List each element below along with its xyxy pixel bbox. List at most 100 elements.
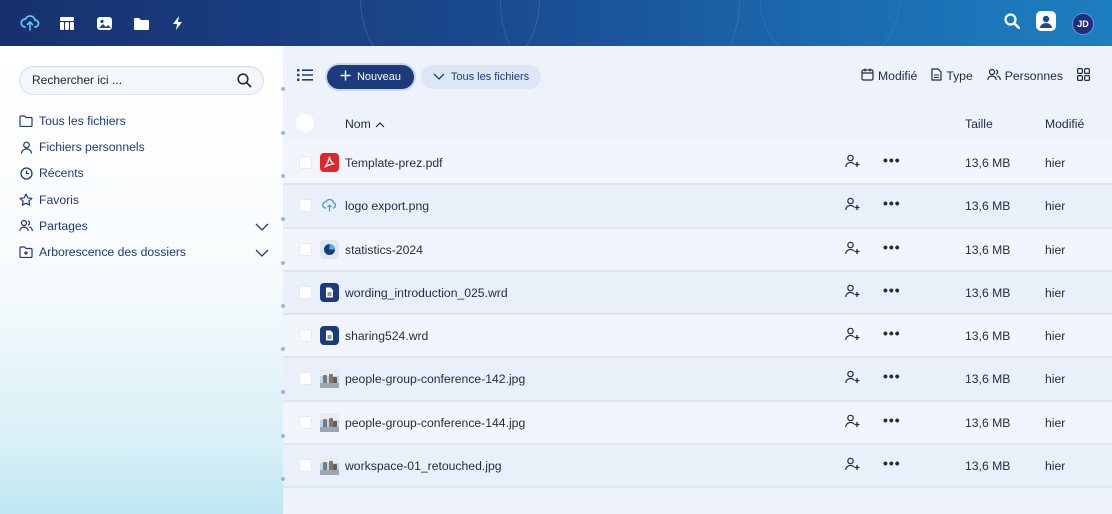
sidebar-item-shares[interactable]: Partages [19, 213, 269, 239]
chevron-down-icon[interactable] [255, 220, 269, 234]
file-name[interactable]: Template-prez.pdf [345, 156, 443, 170]
pdf-file-icon [320, 153, 339, 172]
search-icon[interactable] [237, 73, 252, 93]
more-options-icon[interactable]: ••• [883, 282, 901, 298]
sidebar-nav: Tous les fichiers Fichiers personnels Ré… [19, 108, 269, 265]
search-input[interactable] [32, 73, 232, 87]
table-row[interactable]: logo export.png ••• 13,6 MB hier [283, 185, 1112, 229]
file-size: 13,6 MB [965, 199, 1011, 214]
share-user-icon[interactable] [845, 154, 860, 173]
document-icon [931, 68, 942, 84]
image-icon[interactable] [94, 13, 114, 33]
more-options-icon[interactable]: ••• [883, 195, 901, 211]
chevron-down-icon [433, 71, 445, 83]
table-row[interactable]: people-group-conference-144.jpg ••• 13,6 M… [283, 401, 1112, 446]
avatar[interactable]: JD [1072, 12, 1094, 35]
file-size: 13,6 MB [965, 459, 1011, 474]
file-modified: hier [1045, 372, 1066, 387]
sidebar-item-recents[interactable]: Récents [19, 160, 269, 186]
chevron-up-icon [375, 117, 385, 131]
column-name-header[interactable]: Nom [345, 117, 385, 131]
file-size: 13,6 MB [965, 372, 1011, 387]
file-name[interactable]: people-group-conference-144.jpg [345, 416, 525, 430]
table-row[interactable]: workspace-01_retouched.jpg ••• 13,6 MB hier [283, 445, 1112, 489]
column-size-header[interactable]: Taille [965, 117, 993, 131]
file-name[interactable]: workspace-01_retouched.jpg [345, 459, 502, 473]
share-user-icon[interactable] [845, 284, 860, 303]
share-user-icon[interactable] [845, 327, 860, 346]
more-options-icon[interactable]: ••• [883, 412, 901, 428]
row-checkbox[interactable] [299, 372, 312, 386]
sidebar-item-label: Arborescence des dossiers [39, 245, 186, 260]
file-modified: hier [1045, 329, 1066, 344]
row-checkbox[interactable] [299, 329, 312, 343]
file-modified: hier [1045, 415, 1066, 430]
cloud-sync-icon[interactable] [20, 13, 40, 33]
search-icon[interactable] [1004, 13, 1021, 34]
row-checkbox[interactable] [299, 285, 312, 299]
more-options-icon[interactable]: ••• [883, 152, 901, 168]
sidebar-item-favorites[interactable]: Favoris [19, 187, 269, 213]
sidebar-item-label: Récents [39, 166, 84, 181]
new-button-label: Nouveau [356, 71, 402, 83]
row-checkbox[interactable] [299, 459, 312, 473]
user-icon[interactable] [1036, 11, 1056, 36]
filter-modified[interactable]: Modifié [861, 68, 917, 84]
table-row[interactable]: wording_introduction_025.wrd ••• 13,6 MB hi… [283, 271, 1112, 316]
filter-type[interactable]: Type [931, 68, 973, 84]
share-user-icon[interactable] [845, 241, 860, 260]
row-checkbox[interactable] [299, 156, 312, 169]
more-options-icon[interactable]: ••• [883, 455, 901, 471]
file-modified: hier [1045, 459, 1066, 474]
file-name[interactable]: people-group-conference-142.jpg [345, 372, 525, 386]
row-checkbox[interactable] [299, 415, 312, 429]
sidebar-item-label: Fichiers personnels [39, 140, 145, 155]
share-user-icon[interactable] [845, 370, 860, 389]
list-view-icon[interactable] [297, 68, 313, 87]
row-checkbox[interactable] [299, 242, 312, 256]
more-options-icon[interactable]: ••• [883, 368, 901, 384]
row-checkbox[interactable] [299, 199, 312, 213]
file-name[interactable]: logo export.png [345, 199, 429, 213]
table-row[interactable]: statistics-2024 ••• 13,6 MB hier [283, 228, 1112, 272]
separator-dot [281, 433, 285, 438]
sidebar-item-label: Tous les fichiers [39, 114, 126, 129]
sidebar: Tous les fichiers Fichiers personnels Ré… [0, 46, 283, 514]
stats-file-icon [320, 239, 339, 259]
grid-view-icon[interactable] [1077, 68, 1091, 84]
separator-dot [281, 130, 285, 135]
more-options-icon[interactable]: ••• [883, 325, 901, 341]
new-button[interactable]: Nouveau [327, 65, 414, 89]
select-all-checkbox[interactable] [296, 114, 314, 132]
file-size: 13,6 MB [965, 242, 1011, 257]
table-row[interactable]: sharing524.wrd ••• 13,6 MB hier [283, 315, 1112, 359]
all-files-dropdown[interactable]: Tous les fichiers [421, 65, 541, 89]
file-name[interactable]: sharing524.wrd [345, 329, 428, 343]
chevron-down-icon[interactable] [255, 246, 269, 260]
sidebar-item-all-files[interactable]: Tous les fichiers [19, 108, 269, 134]
bolt-icon[interactable] [168, 13, 188, 33]
share-user-icon[interactable] [845, 414, 860, 433]
table-row[interactable]: Template-prez.pdf ••• 13,6 MB hier [283, 142, 1112, 186]
folder-icon[interactable] [131, 13, 151, 33]
file-list: Template-prez.pdf ••• 13,6 MB hier logo expo… [283, 142, 1112, 489]
table-icon[interactable] [57, 13, 77, 33]
clock-icon [19, 166, 33, 180]
users-icon [986, 68, 1001, 84]
file-name[interactable]: wording_introduction_025.wrd [345, 286, 508, 300]
jpg-file-icon [320, 456, 339, 476]
column-modified-header[interactable]: Modifié [1045, 117, 1084, 131]
filter-people[interactable]: Personnes [986, 68, 1063, 84]
table-row[interactable]: people-group-conference-142.jpg ••• 13,6 M… [283, 358, 1112, 402]
sidebar-item-personal-files[interactable]: Fichiers personnels [19, 134, 269, 160]
sidebar-item-label: Favoris [39, 192, 79, 207]
sidebar-item-folder-tree[interactable]: Arborescence des dossiers [19, 239, 269, 265]
more-options-icon[interactable]: ••• [883, 239, 901, 255]
decor-circle [760, 0, 900, 46]
file-modified: hier [1045, 199, 1066, 214]
share-user-icon[interactable] [845, 457, 860, 476]
users-icon [19, 219, 33, 233]
search-box[interactable] [19, 66, 264, 95]
file-name[interactable]: statistics-2024 [345, 243, 423, 257]
share-user-icon[interactable] [845, 197, 860, 216]
